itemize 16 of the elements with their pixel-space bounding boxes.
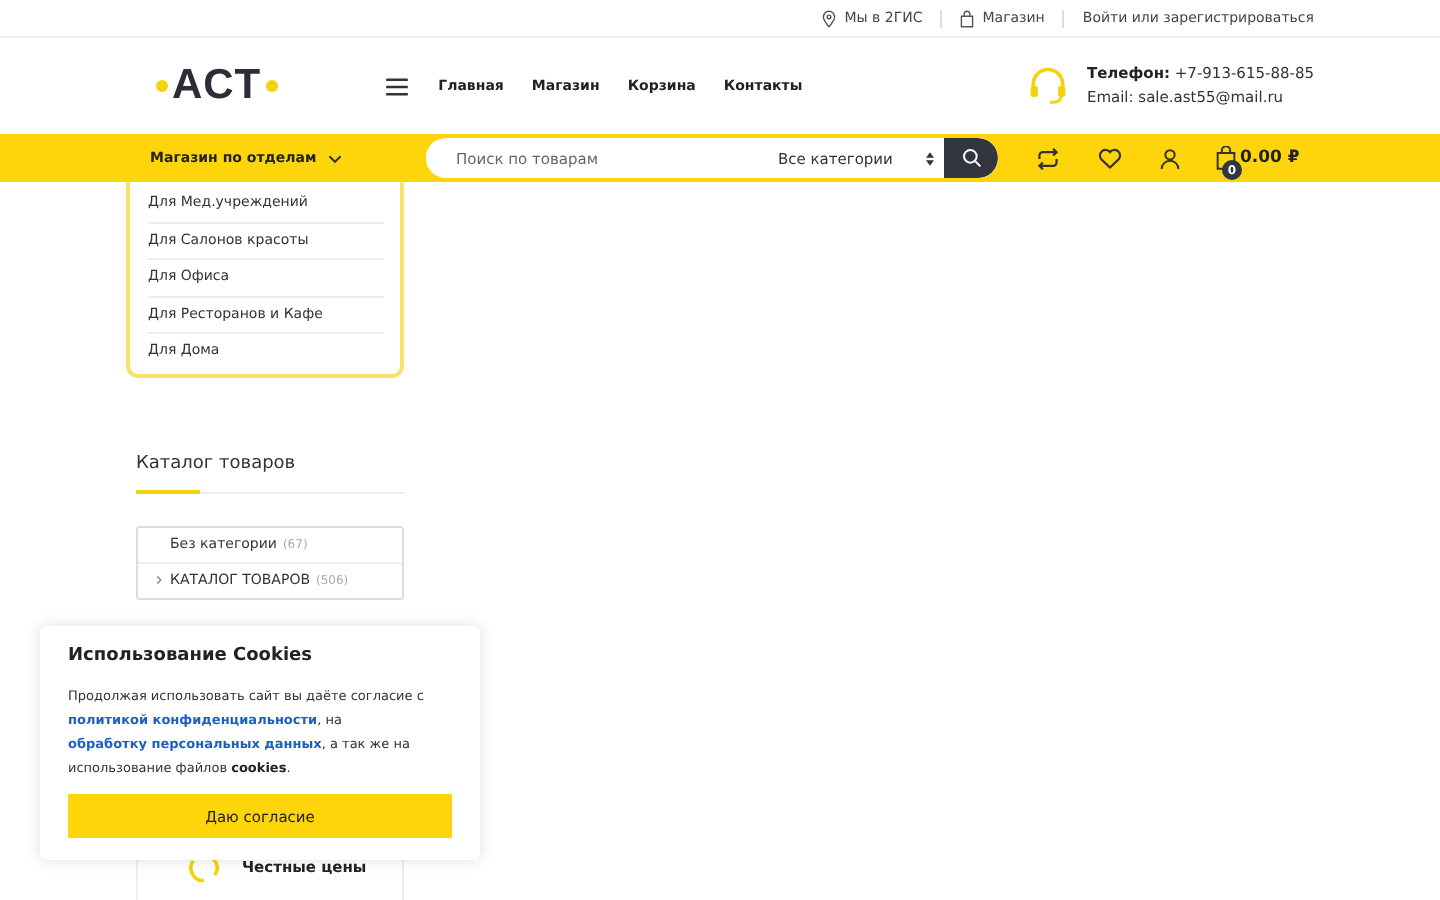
catalog-title: Каталог товаров (136, 453, 298, 473)
cart-total[interactable]: 0.00 ₽ (1240, 148, 1300, 168)
logo[interactable]: АСТ (156, 62, 279, 110)
heart-icon[interactable] (1098, 147, 1122, 169)
bag-icon (960, 9, 975, 27)
headset-icon (1026, 64, 1071, 108)
menu-icon[interactable] (386, 77, 409, 95)
search-icon (961, 148, 981, 168)
search-button[interactable] (944, 138, 998, 178)
select-arrows-icon (926, 151, 934, 165)
compare-icon[interactable] (1036, 147, 1060, 169)
chevron-down-icon (328, 153, 343, 163)
chevron-icon[interactable] (156, 574, 162, 586)
cookie-title: Использование Cookies (68, 646, 314, 666)
user-icon[interactable] (1160, 147, 1180, 169)
map-pin-icon (822, 9, 837, 27)
